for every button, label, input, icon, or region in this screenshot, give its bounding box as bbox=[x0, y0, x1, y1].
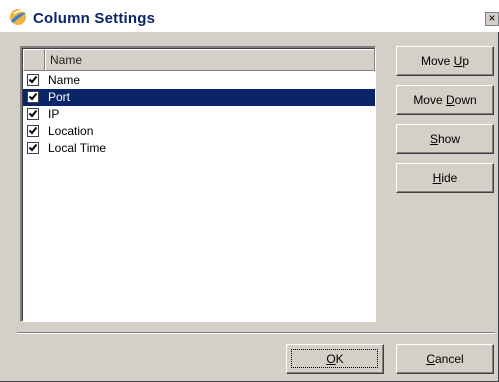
list-item-label: Local Time bbox=[48, 141, 107, 155]
focus-rect bbox=[291, 349, 378, 368]
ok-button[interactable]: OK bbox=[286, 344, 384, 374]
dialog-title: Column Settings bbox=[33, 10, 156, 27]
visibility-checkbox[interactable] bbox=[27, 142, 39, 154]
move-down-button[interactable]: Move Down bbox=[396, 85, 494, 115]
hide-label: Hide bbox=[432, 171, 458, 185]
move-up-label: Move Up bbox=[420, 54, 470, 68]
check-icon bbox=[28, 75, 38, 84]
list-item-label: IP bbox=[48, 107, 60, 121]
visibility-checkbox[interactable] bbox=[27, 91, 39, 103]
separator bbox=[17, 332, 495, 334]
list-item[interactable]: Location bbox=[23, 123, 375, 140]
app-logo-icon bbox=[10, 9, 26, 25]
cancel-label: Cancel bbox=[426, 352, 464, 366]
column-settings-dialog: Column Settings × Name Name Port IP Locatio… bbox=[0, 0, 499, 382]
close-icon: × bbox=[488, 11, 496, 25]
close-button[interactable]: × bbox=[485, 12, 499, 26]
list-item-label: Name bbox=[48, 73, 81, 87]
visibility-checkbox[interactable] bbox=[27, 108, 39, 120]
list-item[interactable]: Local Time bbox=[23, 140, 375, 157]
visibility-checkbox[interactable] bbox=[27, 74, 39, 86]
show-label: Show bbox=[429, 132, 461, 146]
column-list[interactable]: Name Name Port IP Location Local Time bbox=[20, 46, 376, 322]
list-item-label: Port bbox=[48, 90, 71, 104]
list-header: Name bbox=[23, 49, 375, 71]
header-name-column[interactable]: Name bbox=[45, 49, 375, 71]
visibility-checkbox[interactable] bbox=[27, 125, 39, 137]
hide-button[interactable]: Hide bbox=[396, 163, 494, 193]
list-item-label: Location bbox=[48, 124, 94, 138]
list-item[interactable]: Name bbox=[23, 72, 375, 89]
check-icon bbox=[28, 143, 38, 152]
check-icon bbox=[28, 109, 38, 118]
cancel-button[interactable]: Cancel bbox=[396, 344, 494, 374]
move-up-button[interactable]: Move Up bbox=[396, 46, 494, 76]
check-icon bbox=[28, 126, 38, 135]
list-rows: Name Port IP Location Local Time bbox=[23, 72, 375, 157]
show-button[interactable]: Show bbox=[396, 124, 494, 154]
header-check-column[interactable] bbox=[23, 49, 45, 71]
title-bar[interactable]: Column Settings × bbox=[0, 0, 499, 32]
check-icon bbox=[28, 92, 38, 101]
list-item[interactable]: IP bbox=[23, 106, 375, 123]
move-down-label: Move Down bbox=[413, 93, 477, 107]
list-item[interactable]: Port bbox=[23, 89, 375, 106]
